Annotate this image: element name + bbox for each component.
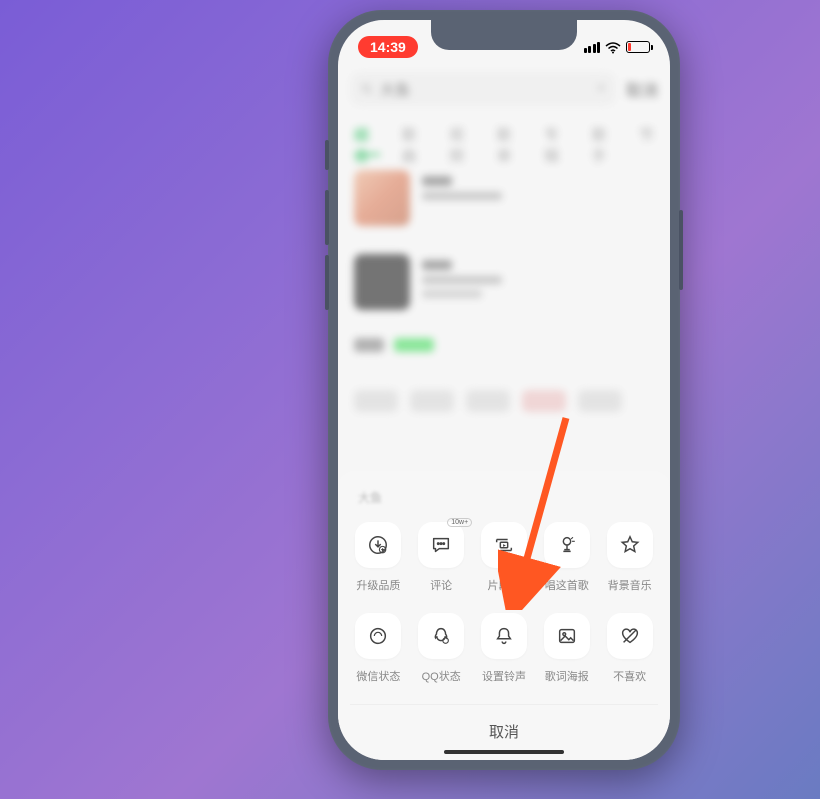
power-button [679, 210, 683, 290]
image-icon [556, 625, 578, 647]
download-hq-icon [367, 534, 389, 556]
lyric-poster-button[interactable]: 歌词海报 [542, 613, 591, 684]
bell-icon [493, 625, 515, 647]
home-indicator[interactable] [444, 750, 564, 754]
phone-screen: 大鱼 × 取消 综合 歌曲 视频 歌单 专辑 歌手 节 [338, 20, 670, 760]
qq-status-icon [430, 625, 452, 647]
star-icon [619, 534, 641, 556]
action-sheet: 大鱼 升级品质 10w+ 评论 片段 [338, 471, 670, 760]
mute-switch [325, 140, 329, 170]
clip-share-button[interactable]: 片段分 [480, 522, 529, 593]
bgm-button[interactable]: 背景音乐 [605, 522, 654, 593]
action-label: 设置铃声 [482, 668, 526, 684]
action-row-1: 升级品质 10w+ 评论 片段分 [350, 522, 658, 593]
cellular-signal-icon [584, 42, 601, 53]
action-label: 唱这首歌 [545, 577, 589, 593]
wechat-status-button[interactable]: 微信状态 [354, 613, 403, 684]
wifi-icon [605, 41, 621, 53]
action-label: 不喜欢 [613, 668, 646, 684]
comment-button[interactable]: 10w+ 评论 [417, 522, 466, 593]
clip-icon [493, 534, 515, 556]
action-label: 片段分 [487, 577, 520, 593]
wechat-status-icon [367, 625, 389, 647]
qq-status-button[interactable]: QQ状态 [417, 613, 466, 684]
recording-time-pill[interactable]: 14:39 [358, 36, 418, 58]
volume-up-button [325, 190, 329, 245]
action-label: 微信状态 [356, 668, 400, 684]
phone-frame: 大鱼 × 取消 综合 歌曲 视频 歌单 专辑 歌手 节 [328, 10, 680, 770]
sheet-song-title: 大鱼 [350, 489, 658, 522]
comment-icon [430, 534, 452, 556]
upgrade-quality-button[interactable]: 升级品质 [354, 522, 403, 593]
sheet-cancel-button[interactable]: 取消 [350, 704, 658, 752]
action-label: 背景音乐 [608, 577, 652, 593]
volume-down-button [325, 255, 329, 310]
sing-button[interactable]: 唱这首歌 [542, 522, 591, 593]
heart-slash-icon [619, 625, 641, 647]
microphone-icon [556, 534, 578, 556]
action-label: 歌词海报 [545, 668, 589, 684]
action-label: 评论 [430, 577, 452, 593]
battery-icon [626, 41, 650, 53]
action-label: 升级品质 [356, 577, 400, 593]
ringtone-button[interactable]: 设置铃声 [480, 613, 529, 684]
action-row-2: 微信状态 QQ状态 设置铃声 歌词海报 [350, 613, 658, 684]
comment-count-badge: 10w+ [447, 518, 472, 527]
notch [431, 20, 577, 50]
dislike-button[interactable]: 不喜欢 [605, 613, 654, 684]
action-label: QQ状态 [422, 668, 461, 684]
